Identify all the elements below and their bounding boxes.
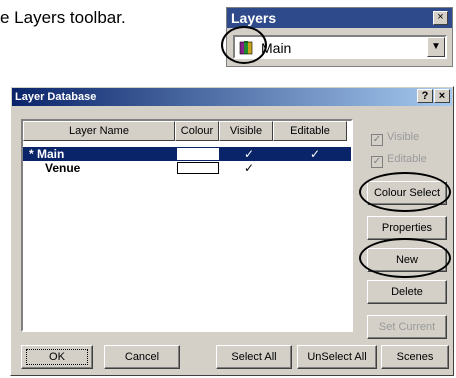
set-current-button: Set Current — [367, 315, 447, 339]
layer-database-dialog: Layer Database ? × Layer Name Colour Vis… — [10, 86, 454, 376]
visible-checkbox-label: Visible — [387, 131, 420, 143]
help-icon[interactable]: ? — [417, 89, 433, 103]
column-header-colour[interactable]: Colour — [175, 121, 219, 141]
delete-button[interactable]: Delete — [367, 280, 447, 304]
colour-swatch — [177, 148, 219, 160]
highlight-circle-icon — [359, 172, 451, 212]
dialog-title: Layer Database — [12, 88, 452, 106]
select-all-button[interactable]: Select All — [216, 345, 292, 369]
editable-checkbox-label: Editable — [387, 153, 427, 165]
check-icon: ✓ — [371, 134, 383, 146]
editable-check-icon: ✓ — [309, 147, 321, 161]
table-row[interactable]: Venue ✓ — [23, 161, 351, 175]
close-icon[interactable]: × — [434, 89, 450, 103]
layer-list[interactable]: Layer Name Colour Visible Editable * Mai… — [21, 119, 353, 332]
colour-swatch — [177, 162, 219, 174]
toolbar-title: Layers — [227, 8, 452, 28]
highlight-circle-icon — [359, 238, 451, 278]
cancel-button[interactable]: Cancel — [104, 345, 180, 369]
properties-button[interactable]: Properties — [367, 216, 447, 240]
highlight-circle-icon — [221, 26, 267, 64]
column-header-visible[interactable]: Visible — [219, 121, 273, 141]
editable-checkbox[interactable]: ✓ Editable — [371, 153, 427, 168]
focus-ring — [26, 349, 88, 365]
column-header-editable[interactable]: Editable — [273, 121, 347, 141]
visible-checkbox[interactable]: ✓ Visible — [371, 131, 419, 146]
ok-button[interactable]: OK — [21, 345, 93, 369]
visible-check-icon: ✓ — [243, 147, 255, 161]
scenes-button[interactable]: Scenes — [381, 345, 449, 369]
column-header-layer-name[interactable]: Layer Name — [23, 121, 175, 141]
check-icon: ✓ — [371, 156, 383, 168]
visible-check-icon: ✓ — [243, 161, 255, 175]
close-icon[interactable]: × — [433, 11, 448, 25]
unselect-all-button[interactable]: UnSelect All — [297, 345, 377, 369]
table-row[interactable]: * Main ✓ ✓ — [23, 147, 351, 161]
chevron-down-icon[interactable]: ▼ — [427, 37, 445, 57]
layer-name: * Main — [29, 147, 65, 161]
layer-name: Venue — [45, 161, 81, 175]
intro-text: e Layers toolbar. — [0, 8, 126, 27]
